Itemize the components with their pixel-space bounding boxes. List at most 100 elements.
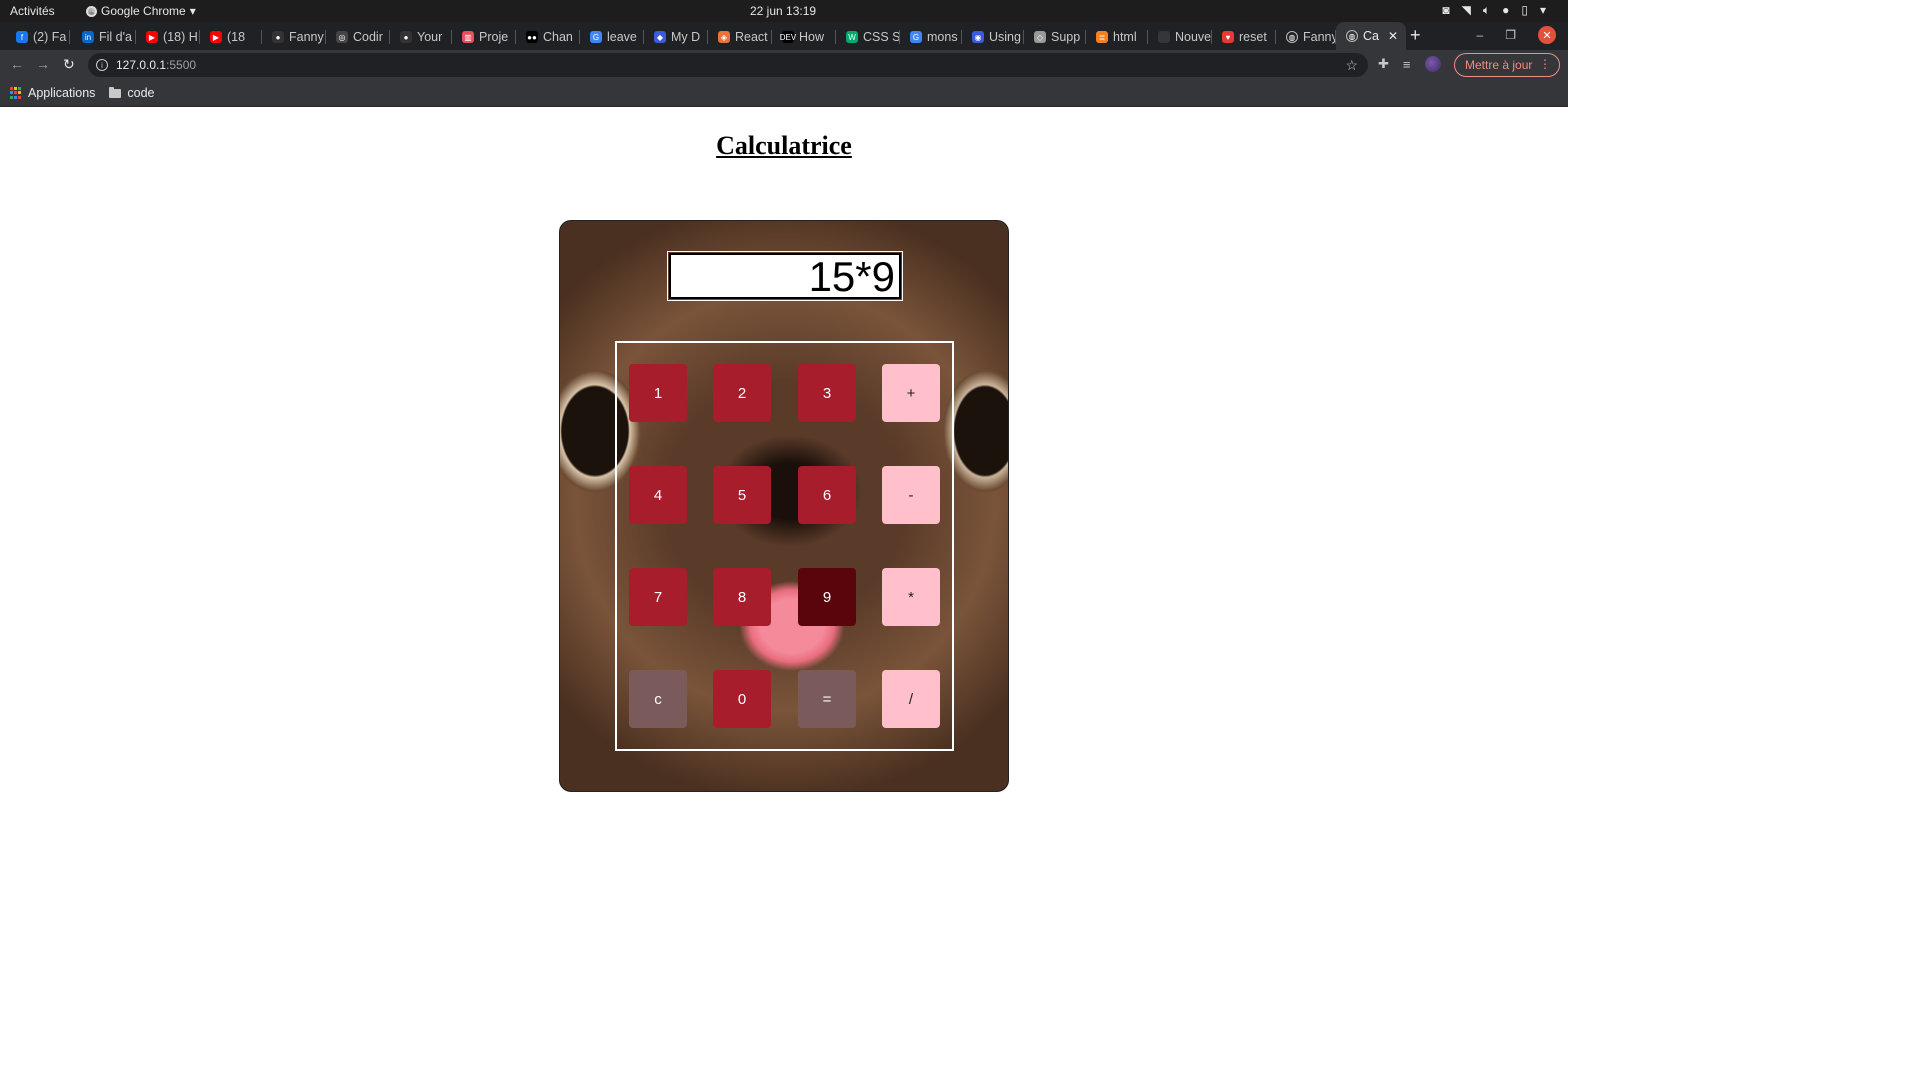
bookmark-applications[interactable]: Applications: [10, 86, 95, 100]
trello-icon: ▥: [462, 31, 474, 43]
tab[interactable]: Gmons: [900, 26, 962, 48]
tab-label: html: [1113, 30, 1137, 44]
tab[interactable]: Nouvel o: [1148, 26, 1212, 48]
page-content: Calculatrice 15*9 1 2 3 +4 5 6- 7 8 9 * c 0 = /: [0, 107, 1568, 882]
key-6-button[interactable]: 6: [798, 466, 856, 524]
app-menu[interactable]: Google Chrome ▾: [86, 4, 196, 18]
tab[interactable]: ♥ reset: [1212, 26, 1276, 48]
tab-label: Chan: [543, 30, 573, 44]
key-4-button[interactable]: 4: [629, 466, 687, 524]
key-multiply-button[interactable]: *: [882, 568, 940, 626]
key-0-button[interactable]: 0: [713, 670, 771, 728]
system-tray[interactable]: ◙ ◥ 🔈︎ ● ▯ ▾: [1442, 3, 1546, 18]
tab[interactable]: ◇ Supp: [1024, 26, 1086, 48]
discord-icon[interactable]: ◙: [1442, 3, 1449, 18]
stackoverflow-icon: ≣: [1096, 31, 1108, 43]
tab[interactable]: ◎ Codir: [326, 26, 390, 48]
tab-label: CSS S: [863, 30, 900, 44]
tab-label: Using: [989, 30, 1021, 44]
tab-label: Proje: [479, 30, 509, 44]
tab[interactable]: f (2) Fa: [6, 26, 70, 48]
update-button[interactable]: Mettre à jour ⋮: [1454, 53, 1560, 77]
google-icon: G: [910, 31, 922, 43]
tab-label: How: [799, 30, 825, 44]
wifi-icon[interactable]: ◥: [1462, 3, 1471, 18]
calculator: 15*9 1 2 3 +4 5 6- 7 8 9 * c 0 = /: [559, 220, 1009, 792]
facebook-icon: f: [16, 31, 28, 43]
forward-arrow-icon[interactable]: →: [36, 56, 50, 72]
key-plus-button[interactable]: +: [882, 364, 940, 422]
tab[interactable]: ◍ Fanny: [1276, 26, 1336, 48]
more-menu-icon[interactable]: ⋮: [1539, 57, 1551, 71]
app-name: Google Chrome: [101, 4, 186, 18]
youtube-icon: ▶: [210, 31, 222, 43]
bookmarks-bar: Applications code: [0, 80, 1568, 107]
tab[interactable]: ≣ html: [1086, 26, 1148, 48]
clock[interactable]: 22 jun 13:19: [750, 4, 816, 18]
tab[interactable]: ● Your: [390, 26, 452, 48]
key-divide-button[interactable]: /: [882, 670, 940, 728]
calculator-display[interactable]: 15*9: [667, 251, 903, 301]
tab-label: Fanny: [1303, 30, 1336, 44]
page-title: Calculatrice: [716, 131, 852, 160]
react-icon: ◈: [718, 31, 730, 43]
globe-icon: ◍: [1346, 30, 1358, 42]
key-minus-button[interactable]: -: [882, 466, 940, 524]
tab-label: mons: [927, 30, 958, 44]
minimize-icon[interactable]: –: [1477, 28, 1484, 42]
bookmark-label: Applications: [28, 86, 96, 100]
close-window-button[interactable]: ✕: [1538, 26, 1556, 44]
chevron-down-icon: ▾: [189, 4, 196, 18]
chevron-down-icon[interactable]: ▾: [1540, 3, 1546, 18]
address-bar[interactable]: i 127.0.0.1:5500 ☆: [88, 53, 1368, 77]
tab-label: Fil d'a: [99, 30, 132, 44]
battery-icon[interactable]: ▯: [1521, 3, 1528, 18]
back-arrow-icon[interactable]: ←: [10, 56, 24, 72]
volume-icon[interactable]: 🔈︎: [1483, 3, 1490, 18]
tab[interactable]: ▥ Proje: [452, 26, 516, 48]
media-queue-icon[interactable]: ≡: [1403, 57, 1411, 72]
key-1-button[interactable]: 1: [629, 364, 687, 422]
tab-label: Ca: [1363, 29, 1379, 43]
tab[interactable]: ▶ (18: [200, 26, 262, 48]
tab[interactable]: DEV How: [772, 26, 836, 48]
bookmark-folder-code[interactable]: code: [109, 86, 155, 100]
tab-label: Supp: [1051, 30, 1081, 44]
tab[interactable]: ● Fanny: [262, 26, 326, 48]
key-8-button[interactable]: 8: [713, 568, 771, 626]
activities-button[interactable]: Activités: [10, 4, 55, 18]
microphone-icon[interactable]: ●: [1502, 3, 1509, 18]
diagram-icon: ◆: [654, 31, 666, 43]
tab-active[interactable]: ◍ Ca ✕: [1336, 22, 1406, 50]
css-icon: ◉: [972, 31, 984, 43]
info-icon[interactable]: i: [96, 59, 108, 71]
key-5-button[interactable]: 5: [713, 466, 771, 524]
tab-label: Fanny: [289, 30, 324, 44]
bookmark-star-icon[interactable]: ☆: [1345, 57, 1358, 74]
new-tab-button[interactable]: +: [1410, 25, 1421, 46]
key-3-button[interactable]: 3: [798, 364, 856, 422]
tab[interactable]: ◆ My D: [644, 26, 708, 48]
restore-icon[interactable]: ❐: [1505, 28, 1516, 42]
url-port: :5500: [166, 58, 197, 72]
tab[interactable]: ◉ Using: [962, 26, 1024, 48]
tab[interactable]: W CSS S: [836, 26, 900, 48]
key-9-button[interactable]: 9: [798, 568, 856, 626]
tab[interactable]: Gleave: [580, 26, 644, 48]
chrome-icon: [86, 5, 97, 17]
extensions-puzzle-icon[interactable]: ✚: [1378, 56, 1389, 72]
linkedin-icon: in: [82, 31, 94, 43]
tab[interactable]: in Fil d'a: [72, 26, 136, 48]
tab[interactable]: ◈ React: [708, 26, 772, 48]
profile-avatar[interactable]: [1424, 56, 1441, 72]
key-clear-button[interactable]: c: [629, 670, 687, 728]
tab[interactable]: ●● Chan: [516, 26, 580, 48]
key-equals-button[interactable]: =: [798, 670, 856, 728]
reload-icon[interactable]: ↻: [63, 56, 75, 73]
tab[interactable]: ▶ (18) H: [136, 26, 200, 48]
key-2-button[interactable]: 2: [713, 364, 771, 422]
close-tab-icon[interactable]: ✕: [1388, 29, 1398, 43]
keypad: 1 2 3 +4 5 6- 7 8 9 * c 0 = /: [615, 341, 954, 751]
key-7-button[interactable]: 7: [629, 568, 687, 626]
youtube-icon: ▶: [146, 31, 158, 43]
